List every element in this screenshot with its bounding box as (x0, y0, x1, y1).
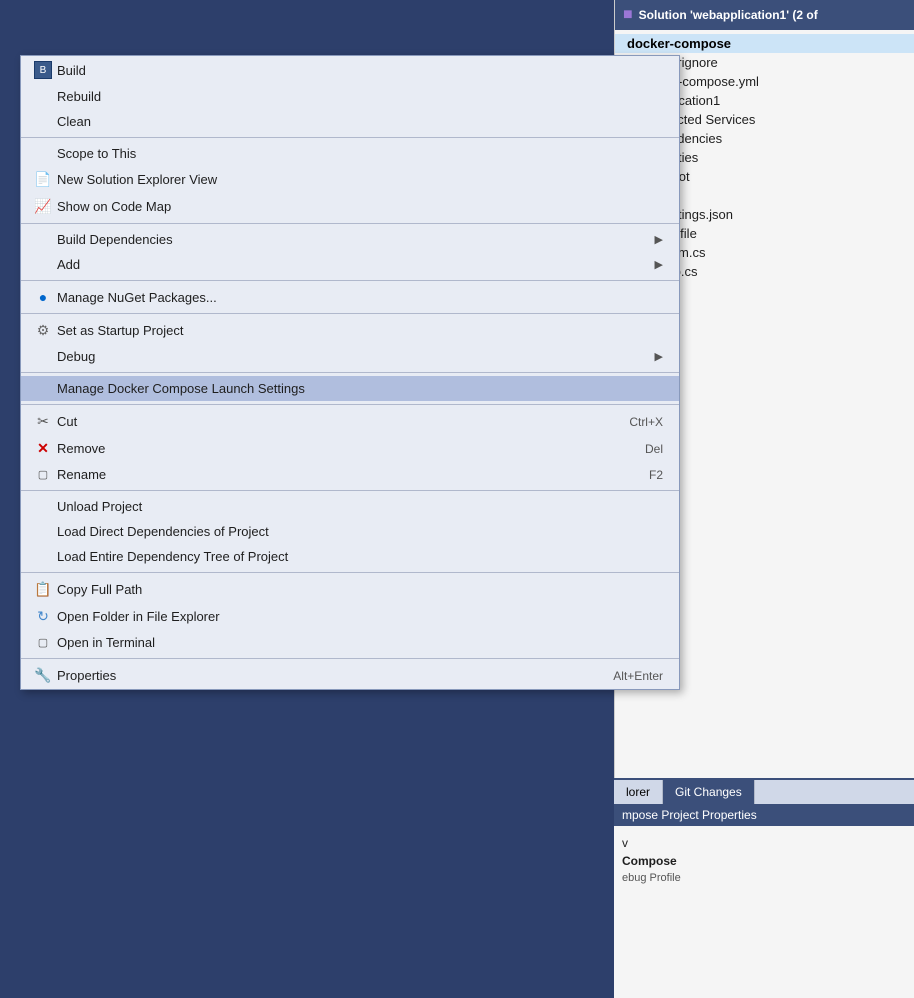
terminal-icon: ▢ (29, 636, 57, 649)
menu-item-shortcut: F2 (649, 468, 663, 482)
menu-item-label: Unload Project (57, 499, 663, 514)
nuget-icon: ● (29, 289, 57, 305)
submenu-arrow-icon: ▶ (655, 350, 663, 363)
bottom-section-header: mpose Project Properties (614, 804, 914, 826)
scissors-icon: ✂ (29, 413, 57, 430)
rename-icon: ▢ (29, 468, 57, 481)
tab-solution-explorer[interactable]: lorer (614, 780, 663, 804)
vs-icon: ■ (623, 6, 633, 24)
build-icon: B (29, 61, 57, 79)
menu-item-new-solution-explorer-view[interactable]: 📄New Solution Explorer View (21, 166, 679, 193)
tree-item[interactable]: docker-compose (615, 34, 914, 53)
menu-item-label: Remove (57, 441, 605, 456)
menu-item-shortcut: Ctrl+X (629, 415, 663, 429)
bottom-panel: lorer Git Changes mpose Project Properti… (614, 778, 914, 998)
open-folder-icon: ↻ (29, 608, 57, 625)
bottom-sub-section: v (622, 832, 906, 854)
code-map-icon: 📈 (29, 198, 57, 215)
menu-item-clean[interactable]: Clean (21, 109, 679, 134)
menu-item-label: Open in Terminal (57, 635, 663, 650)
context-menu: BBuildRebuildCleanScope to This📄New Solu… (20, 55, 680, 690)
menu-item-label: Build (57, 63, 663, 78)
menu-item-copy-full-path[interactable]: 📋Copy Full Path (21, 576, 679, 603)
menu-divider (21, 572, 679, 573)
bottom-tabs: lorer Git Changes (614, 780, 914, 804)
menu-item-label: Build Dependencies (57, 232, 647, 247)
menu-item-label: Copy Full Path (57, 582, 663, 597)
submenu-arrow-icon: ▶ (655, 233, 663, 246)
wrench-icon: 🔧 (29, 667, 57, 684)
menu-item-load-direct[interactable]: Load Direct Dependencies of Project (21, 519, 679, 544)
menu-item-remove[interactable]: ✕Remove Del (21, 435, 679, 462)
menu-item-open-folder[interactable]: ↻Open Folder in File Explorer (21, 603, 679, 630)
solution-explorer-header: ■ Solution 'webapplication1' (2 of (615, 0, 914, 30)
menu-item-build-dependencies[interactable]: Build Dependencies ▶ (21, 227, 679, 252)
menu-item-label: Open Folder in File Explorer (57, 609, 663, 624)
menu-item-label: Show on Code Map (57, 199, 663, 214)
menu-item-properties[interactable]: 🔧Properties Alt+Enter (21, 662, 679, 689)
menu-item-unload-project[interactable]: Unload Project (21, 494, 679, 519)
menu-item-label: Properties (57, 668, 573, 683)
menu-item-manage-docker[interactable]: Manage Docker Compose Launch Settings (21, 376, 679, 401)
menu-item-label: Debug (57, 349, 647, 364)
bottom-project-label: Compose (622, 854, 906, 868)
menu-divider (21, 137, 679, 138)
menu-divider (21, 658, 679, 659)
menu-item-manage-nuget[interactable]: ●Manage NuGet Packages... (21, 284, 679, 310)
submenu-arrow-icon: ▶ (655, 258, 663, 271)
menu-divider (21, 223, 679, 224)
menu-divider (21, 313, 679, 314)
menu-item-label: Clean (57, 114, 663, 129)
menu-item-open-terminal[interactable]: ▢Open in Terminal (21, 630, 679, 655)
menu-item-label: Cut (57, 414, 589, 429)
gear-icon: ⚙ (29, 322, 57, 339)
menu-divider (21, 490, 679, 491)
menu-divider (21, 372, 679, 373)
menu-item-label: New Solution Explorer View (57, 172, 663, 187)
menu-item-label: Rebuild (57, 89, 663, 104)
menu-divider (21, 404, 679, 405)
menu-item-label: Load Entire Dependency Tree of Project (57, 549, 663, 564)
menu-item-scope-to-this[interactable]: Scope to This (21, 141, 679, 166)
menu-item-load-entire[interactable]: Load Entire Dependency Tree of Project (21, 544, 679, 569)
menu-item-add[interactable]: Add ▶ (21, 252, 679, 277)
bottom-content: mpose Project Properties v Compose ebug … (614, 804, 914, 890)
menu-item-build[interactable]: BBuild (21, 56, 679, 84)
remove-icon: ✕ (29, 440, 57, 457)
copy-icon: 📋 (29, 581, 57, 598)
menu-item-label: Set as Startup Project (57, 323, 663, 338)
solution-explorer-view-icon: 📄 (29, 171, 57, 188)
menu-item-debug[interactable]: Debug ▶ (21, 344, 679, 369)
menu-item-rebuild[interactable]: Rebuild (21, 84, 679, 109)
menu-item-rename[interactable]: ▢Rename F2 (21, 462, 679, 487)
menu-item-label: Rename (57, 467, 609, 482)
menu-item-label: Manage NuGet Packages... (57, 290, 663, 305)
bottom-debug-label: ebug Profile (622, 872, 906, 884)
menu-divider (21, 280, 679, 281)
solution-explorer-title: Solution 'webapplication1' (2 of (639, 8, 818, 22)
menu-item-set-as-startup[interactable]: ⚙Set as Startup Project (21, 317, 679, 344)
menu-item-label: Scope to This (57, 146, 663, 161)
menu-item-cut[interactable]: ✂Cut Ctrl+X (21, 408, 679, 435)
menu-item-label: Add (57, 257, 647, 272)
menu-item-label: Manage Docker Compose Launch Settings (57, 381, 663, 396)
menu-item-shortcut: Alt+Enter (613, 669, 663, 683)
tab-git-changes[interactable]: Git Changes (663, 780, 755, 804)
menu-item-shortcut: Del (645, 442, 663, 456)
menu-item-label: Load Direct Dependencies of Project (57, 524, 663, 539)
menu-item-show-on-code-map[interactable]: 📈Show on Code Map (21, 193, 679, 220)
